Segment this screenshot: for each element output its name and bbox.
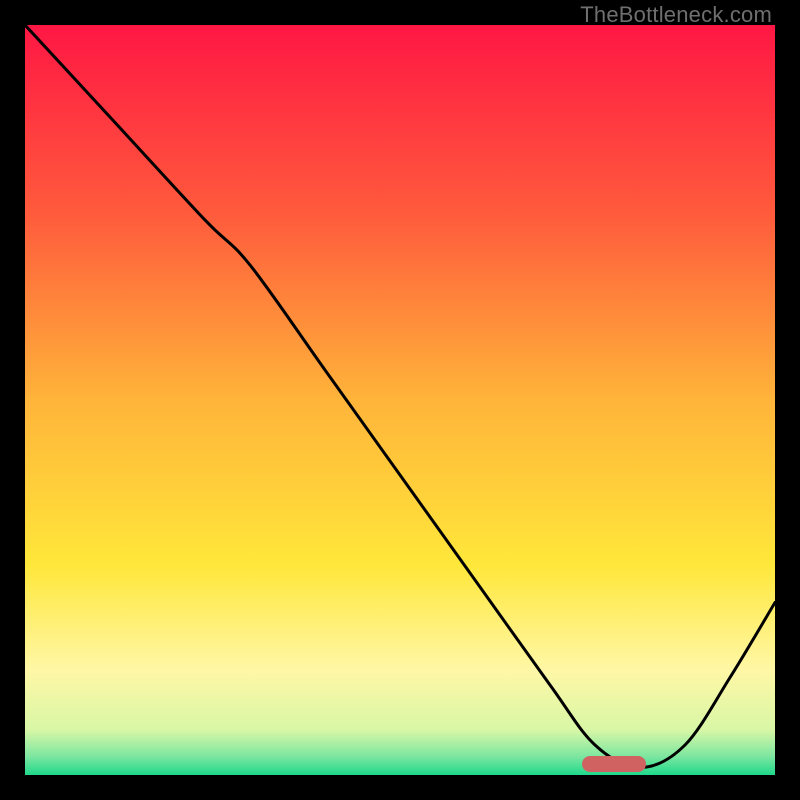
bottleneck-chart bbox=[25, 25, 775, 775]
gradient-background bbox=[25, 25, 775, 775]
watermark-text: TheBottleneck.com bbox=[580, 2, 772, 28]
chart-frame bbox=[25, 25, 775, 775]
optimal-range-marker bbox=[582, 756, 646, 773]
